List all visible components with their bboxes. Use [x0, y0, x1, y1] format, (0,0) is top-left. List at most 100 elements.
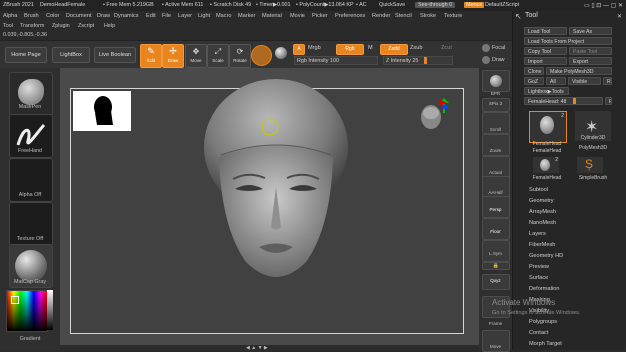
bottom-arrows-icon[interactable]: ◀ ▲ ▼ ▶: [246, 345, 268, 351]
menu-material[interactable]: Material: [262, 13, 282, 19]
menu-tool[interactable]: Tool: [3, 23, 13, 29]
load-tool-button[interactable]: Load Tool: [524, 27, 567, 35]
current-tool-slider[interactable]: FemaleHead: 48: [524, 97, 603, 105]
focal-shift-label[interactable]: Focal: [492, 45, 505, 51]
tool-thumb-femalehead-1[interactable]: 2: [529, 111, 567, 143]
menu-alpha[interactable]: Alpha: [3, 13, 17, 19]
menu-preferences[interactable]: Preferences: [335, 13, 365, 19]
rotate-label: Rotate: [233, 58, 247, 63]
color-sphere-icon[interactable]: [275, 47, 287, 59]
menu-zscript[interactable]: Zscript: [78, 23, 94, 29]
current-tool-r-button[interactable]: R: [605, 97, 612, 105]
subpalette-contact[interactable]: Contact: [529, 330, 548, 336]
subpalette-geometry-hd[interactable]: Geometry HD: [529, 253, 563, 259]
close-icon[interactable]: ✕: [617, 13, 622, 20]
subpalette-morph-target[interactable]: Morph Target: [529, 341, 562, 347]
reference-image: [73, 91, 131, 131]
viewport[interactable]: [70, 79, 464, 334]
female-head-model[interactable]: [191, 77, 361, 297]
subpalette-fibermesh[interactable]: FiberMesh: [529, 242, 555, 248]
menu-zplugin[interactable]: Zplugin: [52, 23, 70, 29]
lightbox-button[interactable]: LightBox: [52, 47, 90, 63]
see-through-slider[interactable]: See-through 0: [415, 2, 456, 8]
import-button[interactable]: Import: [524, 57, 567, 65]
move-mode-button[interactable]: ✥ Move: [185, 44, 207, 68]
menu-transform[interactable]: Transform: [20, 23, 44, 29]
export-button[interactable]: Export: [569, 57, 612, 65]
zsub-toggle[interactable]: Zsub: [410, 45, 422, 51]
zadd-toggle[interactable]: Zadd: [380, 44, 408, 55]
menu-document[interactable]: Document: [66, 13, 92, 19]
quicksave-button[interactable]: QuickSave: [377, 2, 407, 8]
zcut-toggle[interactable]: Zcut: [441, 45, 452, 51]
z-intensity-slider[interactable]: Z Intensity 25: [383, 56, 453, 65]
subpalette-geometry[interactable]: Geometry: [529, 198, 554, 204]
scale-mode-button[interactable]: ⤢ Scale: [207, 44, 229, 68]
draw-mode-button[interactable]: ✢ Draw: [162, 44, 184, 68]
tool-panel-title[interactable]: Tool: [525, 12, 538, 19]
save-as-button[interactable]: Save As: [569, 27, 612, 35]
current-tool-handle[interactable]: [573, 98, 576, 104]
menu-dynamics[interactable]: Dynamics: [114, 13, 139, 19]
subpalette-layers[interactable]: Layers: [529, 231, 546, 237]
make-polymesh-button[interactable]: Make PolyMesh3D: [546, 67, 612, 75]
menu-macro[interactable]: Macro: [216, 13, 232, 19]
menu-picker[interactable]: Picker: [312, 13, 328, 19]
default-zscript-button[interactable]: DefaultZScript: [485, 2, 519, 8]
clone-button[interactable]: Clone: [524, 67, 544, 75]
subpalette-preview[interactable]: Preview: [529, 264, 549, 270]
material-sphere-icon[interactable]: [251, 45, 272, 66]
menu-layer[interactable]: Layer: [178, 13, 192, 19]
goz-all-button[interactable]: All: [546, 77, 566, 85]
mrgb-toggle[interactable]: Mrgb: [308, 45, 321, 51]
subpalette-subtool[interactable]: Subtool: [529, 187, 548, 193]
subpalette-deformation[interactable]: Deformation: [529, 286, 559, 292]
z-intensity-handle[interactable]: [424, 57, 427, 64]
tool-thumb-simplebrush[interactable]: Ș: [577, 157, 603, 173]
paste-tool-button[interactable]: Paste Tool: [569, 47, 612, 55]
menus-button[interactable]: Menus: [464, 2, 485, 8]
menu-file[interactable]: File: [162, 13, 171, 19]
goz-r-button[interactable]: R: [603, 77, 612, 85]
menu-light[interactable]: Light: [198, 13, 210, 19]
menu-movie[interactable]: Movie: [290, 13, 305, 19]
menu-edit[interactable]: Edit: [146, 13, 156, 19]
draw-size-label[interactable]: Draw: [492, 57, 505, 63]
copy-tool-button[interactable]: Copy Tool: [524, 47, 567, 55]
menu-texture[interactable]: Texture: [444, 13, 462, 19]
menu-marker[interactable]: Marker: [238, 13, 255, 19]
home-page-button[interactable]: Home Page: [5, 47, 47, 63]
color-brightness-bar[interactable]: [47, 290, 53, 330]
rgb-toggle[interactable]: Rgb: [336, 44, 364, 55]
subpalette-polygroups[interactable]: Polygroups: [529, 319, 557, 325]
window-icons[interactable]: ▭ ▯ ⊡ — ▢ ✕: [584, 2, 623, 9]
subpalette-arraymesh[interactable]: ArrayMesh: [529, 209, 556, 215]
navigation-cube[interactable]: [414, 97, 450, 133]
a-toggle[interactable]: A: [293, 44, 305, 55]
goz-visible-button[interactable]: Visible: [568, 77, 601, 85]
tool-thumb-femalehead-2[interactable]: 2: [533, 157, 559, 173]
collapse-icon[interactable]: ↖: [515, 12, 522, 21]
menu-color[interactable]: Color: [46, 13, 59, 19]
m-toggle[interactable]: M: [368, 45, 373, 51]
focal-shift-icon[interactable]: [482, 44, 490, 52]
subpalette-nanomesh[interactable]: NanoMesh: [529, 220, 556, 226]
menu-render[interactable]: Render: [372, 13, 390, 19]
bpr-button[interactable]: [482, 70, 510, 92]
menu-stencil[interactable]: Stencil: [395, 13, 412, 19]
lightbox-tools-button[interactable]: Lightbox▶Tools: [524, 87, 569, 95]
subpalette-surface[interactable]: Surface: [529, 275, 548, 281]
draw-size-icon[interactable]: [482, 56, 490, 64]
rgb-intensity-slider[interactable]: Rgb Intensity 100: [294, 56, 378, 65]
goz-button[interactable]: GoZ: [524, 77, 544, 85]
rotate-mode-button[interactable]: ⟳ Rotate: [229, 44, 251, 68]
live-boolean-button[interactable]: Live Boolean: [94, 47, 136, 63]
menu-stroke[interactable]: Stroke: [420, 13, 436, 19]
menu-brush[interactable]: Brush: [24, 13, 39, 19]
edit-mode-button[interactable]: ✎ Edit: [140, 44, 162, 68]
menu-help[interactable]: Help: [104, 23, 115, 29]
load-from-project-button[interactable]: Load Tools From Project: [524, 37, 612, 45]
color-cursor[interactable]: [11, 296, 19, 304]
lock-button[interactable]: 🔒: [482, 262, 510, 270]
menu-draw[interactable]: Draw: [97, 13, 110, 19]
